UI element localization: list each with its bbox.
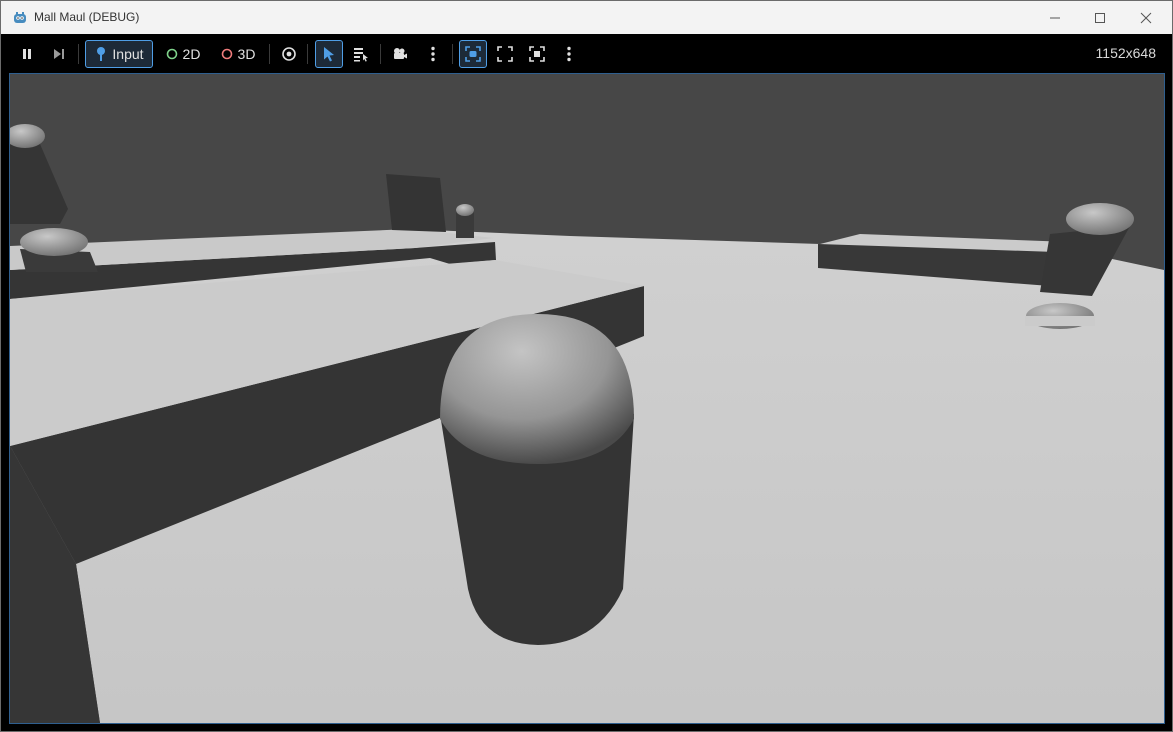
list-select-button[interactable] [349,40,373,68]
toolbar-separator [380,44,381,64]
mode-3d-icon [221,48,232,60]
fullscreen-icon [497,46,513,62]
toolbar-separator [78,44,79,64]
more-vertical-icon [567,46,571,62]
mode-2d-icon [166,48,177,60]
pause-button[interactable] [15,40,39,68]
focus-view-button[interactable] [459,40,487,68]
next-frame-icon [54,49,64,59]
expand-icon [529,46,545,62]
more-vertical-icon [431,46,435,62]
expand-button[interactable] [525,40,549,68]
close-icon [1140,12,1152,23]
maximize-icon [1095,12,1105,23]
eye-icon [282,47,296,61]
scene-render [10,74,1164,723]
select-mode-button[interactable] [315,40,343,68]
game-window: Mall Maul (DEBUG) Input 2D 3D 1152x648 [0,0,1173,732]
toolbar-separator [269,44,270,64]
mode-3d-button[interactable]: 3D [215,40,261,68]
close-button[interactable] [1123,1,1169,34]
window-title: Mall Maul (DEBUG) [34,10,140,24]
toolbar-separator [307,44,308,64]
camera-options-button[interactable] [421,40,445,68]
game-toolbar: Input 2D 3D [1,34,1172,73]
mode-3d-label: 3D [237,46,256,62]
input-icon [97,47,106,61]
next-frame-button[interactable] [47,40,71,68]
mode-2d-label: 2D [182,46,201,62]
list-select-icon [354,48,368,62]
game-viewport[interactable] [9,73,1165,724]
title-bar[interactable]: Mall Maul (DEBUG) [1,1,1172,34]
input-label: Input [112,46,144,62]
visibility-button[interactable] [277,40,301,68]
select-arrow-icon [324,47,334,62]
camera-icon [394,48,407,59]
resolution-label: 1152x648 [1095,45,1156,61]
camera-button[interactable] [388,40,412,68]
fullscreen-button[interactable] [493,40,517,68]
minimize-button[interactable] [1032,1,1078,34]
toolbar-separator [452,44,453,64]
view-options-button[interactable] [557,40,581,68]
focus-icon [465,46,481,62]
mode-2d-button[interactable]: 2D [161,40,205,68]
godot-app-icon [14,12,26,23]
input-toggle-button[interactable]: Input [85,40,153,68]
minimize-icon [1050,17,1060,18]
pause-icon [23,49,31,59]
maximize-button[interactable] [1077,1,1123,34]
